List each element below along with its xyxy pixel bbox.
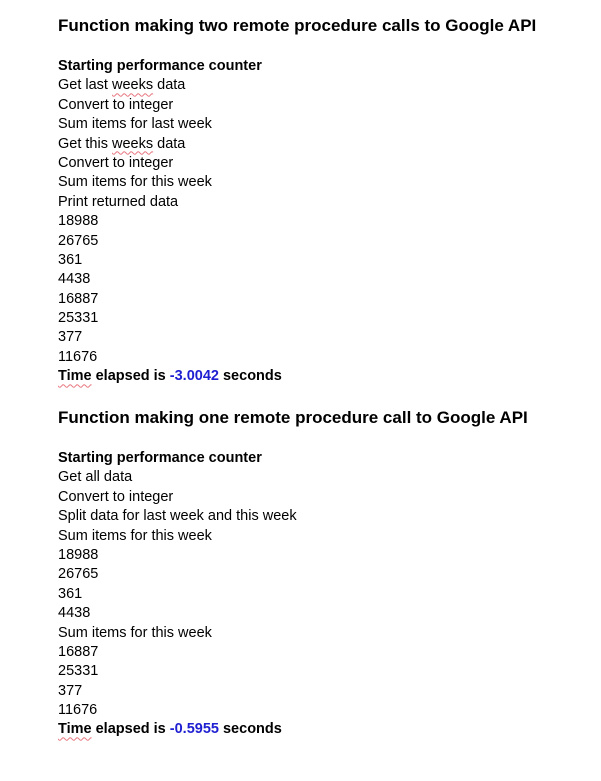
- log-line-value: 26765: [58, 566, 99, 583]
- log-line-split: Split data for last week and this week: [58, 508, 297, 525]
- log-line-value: 377: [58, 682, 83, 699]
- log-text: Get last: [58, 77, 112, 94]
- log-text: data: [153, 135, 186, 152]
- elapsed-word: Time: [58, 368, 92, 385]
- log-line-sum-last: Sum items for last week: [58, 116, 212, 133]
- log-text: data: [153, 77, 186, 94]
- log-text: Get this: [58, 135, 112, 152]
- log-line-value: 4438: [58, 271, 91, 288]
- log-line-starting: Starting performance counter: [58, 450, 262, 466]
- log-line-value: 361: [58, 585, 83, 602]
- elapsed-suffix: seconds: [218, 368, 282, 385]
- log-line-convert: Convert to integer: [58, 488, 174, 505]
- spellcheck-word: weeks: [112, 135, 154, 152]
- elapsed-value: -0.5955: [169, 721, 219, 738]
- log-line-value: 26765: [58, 232, 99, 249]
- log-line-value: 377: [58, 329, 83, 346]
- log-line-sum-this: Sum items for this week: [58, 624, 212, 641]
- elapsed-prefix: elapsed is: [91, 721, 170, 738]
- elapsed-suffix: seconds: [218, 721, 282, 738]
- section-heading: Function making one remote procedure cal…: [58, 408, 528, 427]
- log-line-convert: Convert to integer: [58, 96, 174, 113]
- output-log: Starting performance counter Get all dat…: [58, 449, 588, 740]
- log-line-value: 16887: [58, 643, 99, 660]
- log-line-sum-this: Sum items for this week: [58, 527, 212, 544]
- log-line-value: 11676: [58, 348, 98, 365]
- log-line-value: 18988: [58, 213, 99, 230]
- log-line-get-all: Get all data: [58, 469, 133, 486]
- log-line-value: 25331: [58, 663, 99, 680]
- log-line-get-last: Get last weeks data: [58, 76, 588, 95]
- output-log: Starting performance counter Get last we…: [58, 57, 588, 387]
- section-one-call: Function making one remote procedure cal…: [58, 407, 588, 740]
- section-heading: Function making two remote procedure cal…: [58, 16, 537, 35]
- log-line-value: 25331: [58, 310, 99, 327]
- elapsed-prefix: elapsed is: [91, 368, 170, 385]
- elapsed-time-line: Time elapsed is -3.0042 seconds: [58, 367, 588, 386]
- log-line-convert: Convert to integer: [58, 154, 174, 171]
- log-line-value: 4438: [58, 605, 91, 622]
- section-two-calls: Function making two remote procedure cal…: [58, 15, 588, 387]
- log-line-value: 16887: [58, 290, 99, 307]
- log-line-value: 361: [58, 251, 83, 268]
- elapsed-time-line: Time elapsed is -0.5955 seconds: [58, 720, 588, 739]
- log-line-starting: Starting performance counter: [58, 58, 262, 74]
- elapsed-value: -3.0042: [169, 368, 219, 385]
- spellcheck-word: weeks: [112, 77, 154, 94]
- log-line-value: 18988: [58, 546, 99, 563]
- elapsed-word: Time: [58, 721, 92, 738]
- log-line-value: 11676: [58, 702, 98, 719]
- log-line-print: Print returned data: [58, 193, 179, 210]
- log-line-sum-this: Sum items for this week: [58, 174, 212, 191]
- log-line-get-this: Get this weeks data: [58, 135, 588, 154]
